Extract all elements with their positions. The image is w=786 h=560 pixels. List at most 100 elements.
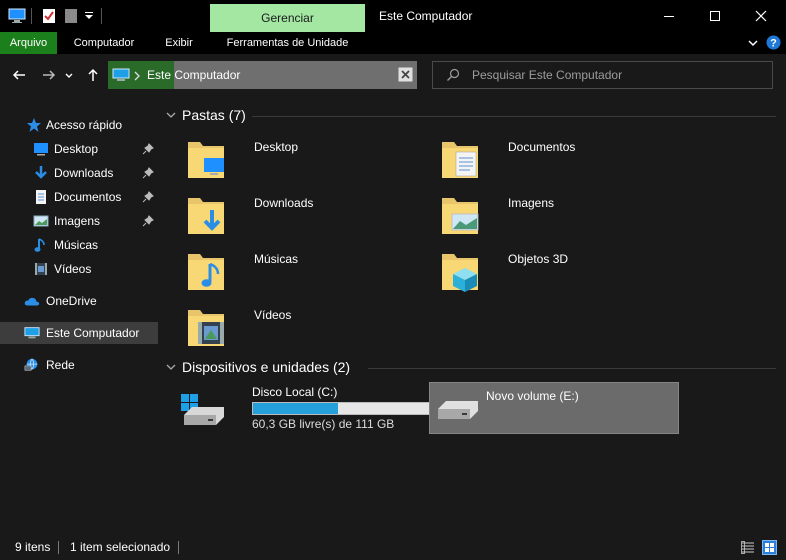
folder-videos[interactable]: Vídeos: [180, 302, 426, 352]
drive-free-space: 60,3 GB livre(s) de 111 GB: [252, 417, 395, 431]
recent-locations-chevron-icon[interactable]: [62, 64, 76, 86]
sidebar-item-desktop[interactable]: Desktop: [0, 138, 158, 160]
large-icons-view-icon[interactable]: [762, 540, 777, 555]
tab-computer[interactable]: Computador: [60, 32, 148, 54]
sidebar-item-label: Músicas: [54, 238, 99, 252]
sidebar-item-documents[interactable]: Documentos: [0, 186, 158, 208]
download-icon: [35, 166, 47, 179]
drive-label: Novo volume (E:): [486, 389, 579, 403]
folder-label: Músicas: [254, 252, 299, 266]
document-icon: [36, 190, 46, 204]
title-bar: Gerenciar Este Computador: [0, 0, 786, 32]
usage-bar: [252, 402, 440, 415]
folder-label: Imagens: [508, 196, 555, 210]
tab-drive-tools[interactable]: Ferramentas de Unidade: [210, 32, 365, 54]
sidebar-item-label: Desktop: [54, 142, 99, 156]
folder-documents[interactable]: Documentos: [434, 134, 680, 184]
help-icon[interactable]: ?: [766, 35, 781, 50]
pin-icon[interactable]: [142, 191, 154, 203]
network-icon: [24, 358, 38, 371]
sidebar-item-videos[interactable]: Vídeos: [0, 258, 158, 280]
sidebar-item-label: Downloads: [54, 166, 114, 180]
sidebar-item-label: Acesso rápido: [46, 118, 123, 132]
3d-objects-folder-icon: [442, 254, 478, 292]
title-divider: [101, 8, 102, 24]
content-pane: Pastas (7) Desktop Documentos Downloads: [158, 96, 786, 535]
pin-icon[interactable]: [142, 143, 154, 155]
drive-c[interactable]: Disco Local (C:) 60,3 GB livre(s) de 111…: [178, 383, 440, 435]
desktop-icon: [34, 143, 48, 156]
folder-desktop[interactable]: Desktop: [180, 134, 426, 184]
search-box[interactable]: Pesquisar Este Computador: [432, 61, 773, 89]
video-icon: [35, 263, 47, 275]
sidebar-item-label: Este Computador: [46, 326, 140, 340]
clear-address-icon[interactable]: [398, 67, 413, 82]
sidebar-item-music[interactable]: Músicas: [0, 234, 158, 256]
search-icon: [446, 68, 460, 82]
status-divider: [58, 541, 59, 554]
videos-folder-icon: [188, 310, 224, 346]
tab-view[interactable]: Exibir: [152, 32, 206, 54]
sidebar-item-label: Rede: [46, 358, 75, 372]
sidebar-item-images[interactable]: Imagens: [0, 210, 158, 232]
customize-toolbar-icon[interactable]: [84, 0, 94, 32]
desktop-folder-icon: [188, 142, 224, 178]
tab-manage[interactable]: Gerenciar: [210, 4, 365, 32]
sidebar-item-network[interactable]: Rede: [0, 354, 158, 376]
folder-label: Documentos: [508, 140, 576, 154]
folder-images[interactable]: Imagens: [434, 190, 680, 240]
back-arrow-icon[interactable]: [8, 64, 30, 86]
sidebar-item-label: Imagens: [54, 214, 101, 228]
star-icon: [27, 118, 41, 132]
ribbon-tabs: Arquivo Computador Exibir Ferramentas de…: [0, 32, 786, 54]
drive-e[interactable]: Novo volume (E:): [429, 382, 679, 434]
collapse-chevron-icon[interactable]: [166, 362, 176, 372]
image-icon: [33, 215, 49, 227]
breadcrumb[interactable]: Este Computador: [147, 61, 240, 89]
forward-arrow-icon[interactable]: [38, 64, 60, 86]
item-count: 9 itens: [15, 540, 51, 554]
breadcrumb-chevron-icon[interactable]: [133, 70, 141, 81]
folders-group-header[interactable]: Pastas (7): [166, 107, 246, 123]
computer-icon: [112, 67, 130, 83]
search-input[interactable]: Pesquisar Este Computador: [472, 62, 622, 88]
sidebar-item-this-pc[interactable]: Este Computador: [0, 322, 158, 344]
close-button[interactable]: [738, 0, 784, 32]
images-folder-icon: [442, 198, 479, 234]
sidebar-item-onedrive[interactable]: OneDrive: [0, 290, 158, 312]
pin-icon[interactable]: [142, 215, 154, 227]
cloud-icon: [24, 297, 40, 306]
collapse-chevron-icon[interactable]: [166, 110, 176, 120]
details-view-icon[interactable]: [741, 541, 755, 554]
address-bar[interactable]: Este Computador: [108, 61, 417, 89]
computer-icon[interactable]: [8, 0, 26, 32]
status-bar: 9 itens 1 item selecionado: [0, 535, 786, 560]
svg-text:?: ?: [770, 38, 777, 50]
sidebar-item-quick-access[interactable]: Acesso rápido: [0, 114, 158, 136]
downloads-folder-icon: [188, 198, 224, 234]
selection-count: 1 item selecionado: [70, 540, 171, 554]
sidebar-item-downloads[interactable]: Downloads: [0, 162, 158, 184]
usage-bar-fill: [253, 403, 338, 414]
windows-drive-icon: [181, 394, 224, 425]
new-folder-icon[interactable]: [64, 0, 78, 32]
group-divider: [368, 368, 776, 369]
documents-folder-icon: [442, 142, 478, 178]
maximize-button[interactable]: [692, 0, 738, 32]
tab-file[interactable]: Arquivo: [0, 32, 57, 54]
up-arrow-icon[interactable]: [82, 64, 104, 86]
folder-music[interactable]: Músicas: [180, 246, 426, 296]
folder-3d-objects[interactable]: Objetos 3D: [434, 246, 680, 296]
sidebar-item-label: Vídeos: [54, 262, 92, 276]
folder-downloads[interactable]: Downloads: [180, 190, 426, 240]
sidebar-item-label: Documentos: [54, 190, 122, 204]
group-divider: [252, 116, 776, 117]
sidebar-item-label: OneDrive: [46, 294, 97, 308]
pin-icon[interactable]: [142, 167, 154, 179]
properties-icon[interactable]: [42, 0, 56, 32]
devices-group-header[interactable]: Dispositivos e unidades (2): [166, 359, 350, 375]
quick-access-divider: [31, 8, 32, 24]
group-title: Pastas (7): [182, 107, 246, 123]
minimize-button[interactable]: [646, 0, 692, 32]
expand-ribbon-icon[interactable]: [746, 36, 760, 50]
